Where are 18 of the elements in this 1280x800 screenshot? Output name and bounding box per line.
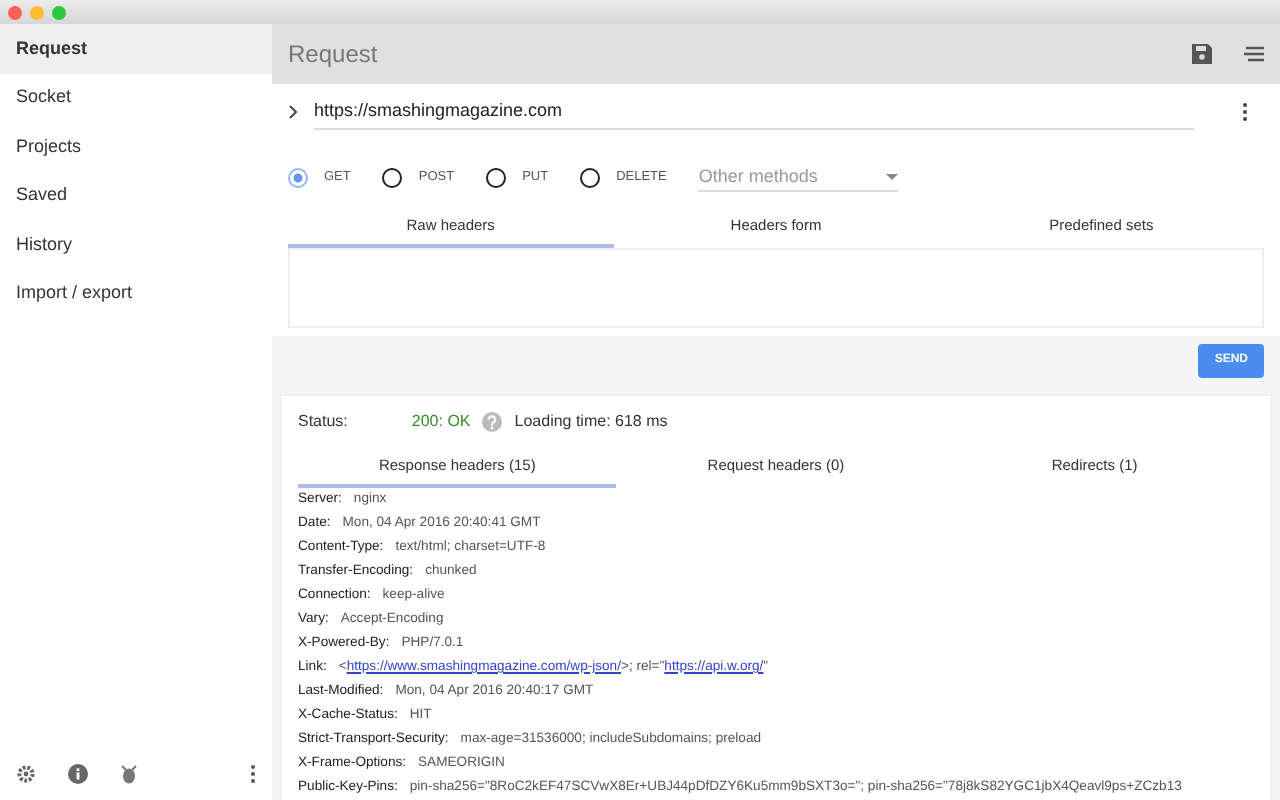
menu-icon[interactable] (1244, 46, 1264, 62)
sidebar-item[interactable]: Request (0, 24, 272, 73)
settings-icon[interactable] (16, 764, 36, 784)
more-options-icon[interactable] (250, 764, 256, 784)
info-icon[interactable] (68, 764, 88, 784)
bug-icon[interactable] (120, 764, 138, 784)
loading-time: Loading time: 618 ms (514, 410, 668, 434)
radio-button[interactable] (580, 168, 601, 188)
status-label: Status: (298, 410, 348, 434)
save-icon[interactable] (1192, 44, 1212, 64)
radio-button[interactable] (486, 168, 507, 188)
chevron-right-icon[interactable] (288, 104, 298, 120)
status-code: 200: OK (411, 410, 471, 434)
dropdown-caret-icon (886, 173, 899, 181)
more-options-icon[interactable] (1242, 102, 1248, 122)
page-title: Request (288, 38, 378, 72)
radio-button[interactable] (288, 168, 308, 188)
radio-button[interactable] (382, 168, 403, 188)
